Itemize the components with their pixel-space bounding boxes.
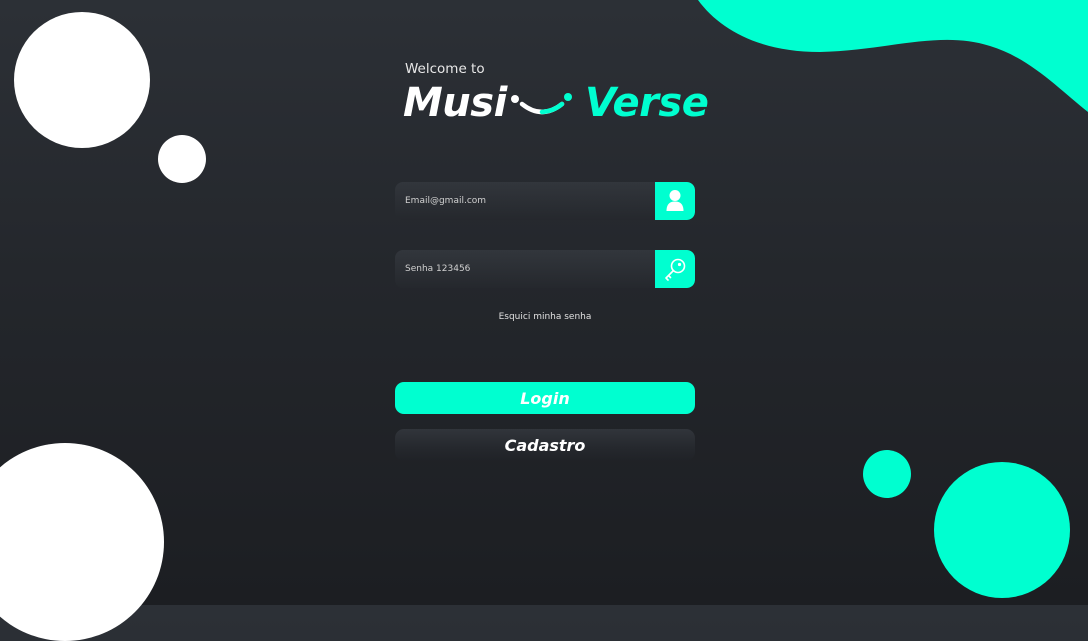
password-field-container — [395, 250, 695, 288]
logo-text-verse: Verse — [585, 80, 709, 126]
accent-blob-decoration — [698, 0, 1088, 112]
white-circle-decoration-large — [14, 12, 150, 148]
app-logo: Musi Verse — [403, 80, 709, 128]
password-field[interactable] — [395, 250, 645, 288]
accent-circle-decoration-small — [863, 450, 911, 498]
key-icon — [665, 258, 686, 281]
user-icon — [666, 190, 684, 211]
welcome-text: Welcome to — [405, 61, 485, 77]
logo-text-musi: Musi — [403, 80, 507, 126]
white-circle-decoration-bottom — [0, 443, 164, 641]
white-circle-decoration-small — [158, 135, 206, 183]
key-icon-button[interactable] — [655, 250, 695, 288]
accent-circle-decoration-large — [934, 462, 1070, 598]
user-icon-button[interactable] — [655, 182, 695, 220]
email-field[interactable] — [395, 182, 645, 220]
signup-button[interactable]: Cadastro — [395, 429, 695, 461]
email-field-container — [395, 182, 695, 220]
smile-icon — [511, 93, 572, 115]
forgot-password-link[interactable]: Esquici minha senha — [395, 312, 695, 322]
login-button[interactable]: Login — [395, 382, 695, 414]
